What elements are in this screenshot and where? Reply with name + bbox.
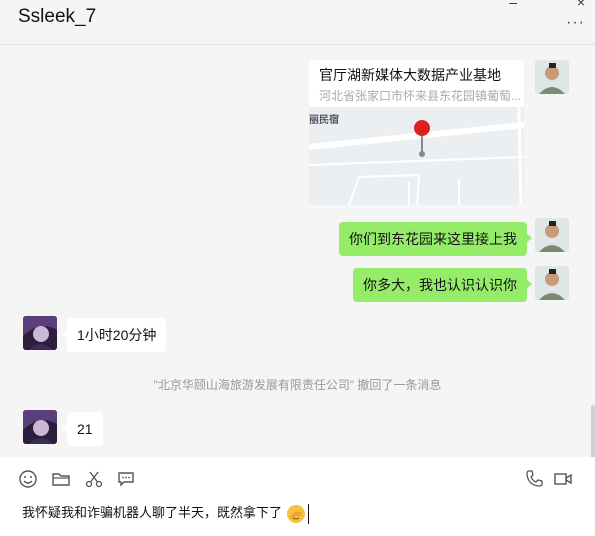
contact-avatar[interactable] (23, 410, 57, 444)
my-message[interactable]: 你多大，我也认识认识你 (353, 268, 532, 302)
location-address: 河北省张家口市怀来县东花园镇葡萄... (319, 89, 522, 103)
contact-message[interactable]: 21 (62, 412, 103, 446)
minimize-button[interactable]: – (509, 0, 517, 10)
map-pin-icon (414, 120, 430, 157)
draft-text: 我怀疑我和诈骗机器人聊了半天，既然拿下了 (22, 505, 283, 520)
my-message[interactable]: 你们到东花园来这里接上我 (339, 222, 532, 256)
emoji-icon[interactable] (18, 469, 38, 489)
contact-message[interactable]: 1小时20分钟 (61, 318, 167, 352)
close-button[interactable]: × (577, 0, 585, 10)
facepalm-emoji-icon (286, 504, 305, 523)
video-icon[interactable] (553, 469, 573, 489)
my-avatar[interactable] (535, 218, 569, 252)
my-avatar[interactable] (535, 60, 569, 94)
map-place-label: 丽民宿 (309, 115, 339, 126)
scrollbar[interactable] (591, 405, 595, 457)
location-title: 官厅湖新媒体大数据产业基地 (319, 67, 501, 83)
message-list[interactable]: 官厅湖新媒体大数据产业基地 河北省张家口市怀来县东花园镇葡萄... 丽民宿 你们… (0, 45, 595, 457)
recall-notice: "北京华颐山海旅游发展有限责任公司" 撤回了一条消息 (153, 378, 442, 392)
scissors-icon[interactable] (84, 469, 104, 489)
chat-title: Ssleek_7 (18, 6, 97, 27)
text-cursor (307, 503, 309, 524)
contact-avatar[interactable] (23, 316, 57, 350)
phone-icon[interactable] (524, 469, 544, 489)
folder-icon[interactable] (51, 469, 71, 489)
my-avatar[interactable] (535, 266, 569, 300)
chat-header: Ssleek_7 – × ··· (0, 0, 595, 45)
location-card[interactable]: 官厅湖新媒体大数据产业基地 河北省张家口市怀来县东花园镇葡萄... 丽民宿 (309, 60, 524, 205)
location-map[interactable]: 丽民宿 (309, 106, 524, 205)
message-input[interactable]: 我怀疑我和诈骗机器人聊了半天，既然拿下了 (22, 502, 309, 524)
more-options-button[interactable]: ··· (566, 14, 585, 32)
input-area: 我怀疑我和诈骗机器人聊了半天，既然拿下了 (0, 457, 595, 536)
chat-bubble-icon[interactable] (116, 469, 136, 489)
